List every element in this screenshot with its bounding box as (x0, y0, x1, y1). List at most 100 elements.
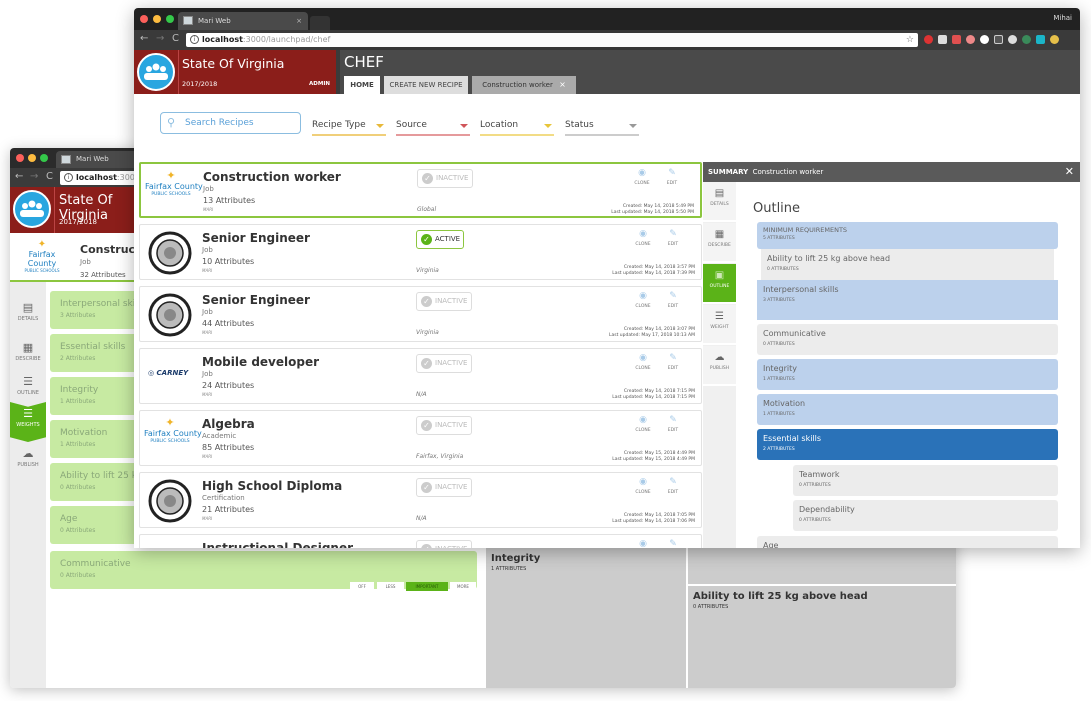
minimize-window-dot[interactable] (28, 154, 36, 162)
status-badge[interactable]: ✓INACTIVE (416, 354, 472, 373)
filter-status[interactable]: Status (565, 116, 639, 136)
forward-arrow-icon[interactable]: → (30, 171, 38, 182)
edit-button[interactable]: ✎EDIT (661, 291, 685, 309)
summary-nav-describe[interactable]: ▦ DESCRIBE (703, 223, 736, 263)
outline-item-count: 1 ATTRIBUTES (763, 377, 795, 382)
close-tab-icon[interactable]: × (296, 12, 302, 30)
side-nav-publish[interactable]: ☁ PUBLISH (10, 442, 46, 482)
back-arrow-icon[interactable]: ← (15, 171, 23, 182)
recipe-card[interactable]: ✦ Fairfax County PUBLIC SCHOOLS Algebra … (139, 410, 702, 466)
extension-icon[interactable] (994, 35, 1003, 44)
summary-header: SUMMARY Construction worker ✕ (703, 162, 1080, 182)
summary-nav-publish[interactable]: ☁ PUBLISH (703, 346, 736, 386)
profile-name[interactable]: Mihai (1053, 14, 1072, 22)
tab-construction-worker[interactable]: Construction worker × (472, 76, 576, 94)
tab-home[interactable]: HOME (344, 76, 380, 94)
clone-button[interactable]: ◉CLONE (631, 291, 655, 309)
forward-arrow-icon[interactable]: → (156, 33, 164, 44)
extension-icon[interactable] (1022, 35, 1031, 44)
clone-button[interactable]: ◉CLONE (631, 353, 655, 371)
recipe-card[interactable]: High School Diploma Certification 21 Att… (139, 472, 702, 528)
extension-icon[interactable] (924, 35, 933, 44)
recipe-card[interactable]: ◎ CARNEY Mobile developer Job 24 Attribu… (139, 348, 702, 404)
recipe-card[interactable]: ✦ Fairfax County PUBLIC SCHOOLS Construc… (139, 162, 702, 218)
reload-icon[interactable]: C (46, 171, 53, 182)
extension-icon[interactable] (1050, 35, 1059, 44)
close-window-dot[interactable] (140, 15, 148, 23)
outline-item[interactable]: Teamwork 0 ATTRIBUTES (793, 465, 1058, 496)
outline-item[interactable]: Essential skills 2 ATTRIBUTES (757, 429, 1058, 460)
clone-button[interactable]: ◉CLONE (630, 168, 654, 186)
edit-button[interactable]: ✎EDIT (661, 477, 685, 495)
tab-create-new-recipe[interactable]: CREATE NEW RECIPE (384, 76, 468, 94)
eye-icon: ◉ (639, 477, 647, 487)
front-url-field[interactable]: i localhost:3000/launchpad/chef ☆ (186, 33, 918, 47)
status-badge[interactable]: ✓INACTIVE (416, 478, 472, 497)
back-arrow-icon[interactable]: ← (140, 33, 148, 44)
edit-button[interactable]: ✎EDIT (661, 229, 685, 247)
status-badge[interactable]: ✓INACTIVE (416, 416, 472, 435)
recipe-card[interactable]: Senior Engineer Job 44 Attributes MARI ✓… (139, 286, 702, 342)
outline-item[interactable]: Communicative 0 ATTRIBUTES (757, 324, 1058, 355)
weight-option-off[interactable]: OFF (350, 582, 374, 591)
edit-button[interactable]: ✎EDIT (661, 353, 685, 371)
close-summary-icon[interactable]: ✕ (1065, 162, 1074, 182)
summary-nav-weight[interactable]: ☰ WEIGHT (703, 305, 736, 345)
front-browser-tab[interactable]: Mari Web × (178, 12, 308, 30)
outline-title: Outline (753, 201, 801, 216)
clone-button[interactable]: ◉CLONE (631, 229, 655, 247)
extension-icon[interactable] (1008, 35, 1017, 44)
side-nav-weights[interactable]: ☰ WEIGHTS (10, 402, 46, 442)
side-nav-details[interactable]: ▤ DETAILS (10, 296, 46, 336)
recipe-dates: Created: May 15, 2018 4:49 PM Last update… (612, 451, 695, 462)
maximize-window-dot[interactable] (166, 15, 174, 23)
status-badge[interactable]: ✓INACTIVE (416, 540, 472, 548)
cloud-upload-icon: ☁ (22, 447, 34, 460)
close-window-dot[interactable] (16, 154, 24, 162)
extension-icon[interactable] (966, 35, 975, 44)
extension-icon[interactable] (1036, 35, 1045, 44)
outline-item[interactable]: Ability to lift 25 kg above head 0 ATTRIB… (761, 249, 1054, 280)
outline-item[interactable]: Integrity 1 ATTRIBUTES (757, 359, 1058, 390)
recipe-card[interactable]: Senior Engineer Job 10 Attributes MARI ✓… (139, 224, 702, 280)
bookmark-star-icon[interactable]: ☆ (906, 33, 914, 47)
minimize-window-dot[interactable] (153, 15, 161, 23)
status-badge[interactable]: ✓ ACTIVE (416, 230, 464, 249)
status-badge[interactable]: ✓INACTIVE (417, 169, 473, 188)
outline-item-title: Age (763, 541, 779, 548)
extension-icon[interactable] (980, 35, 989, 44)
recipe-location: Fairfax, Virginia (416, 453, 464, 460)
maximize-window-dot[interactable] (40, 154, 48, 162)
status-badge[interactable]: ✓INACTIVE (416, 292, 472, 311)
new-tab-button[interactable] (310, 16, 330, 30)
clone-button[interactable]: ◉CLONE (631, 415, 655, 433)
reload-icon[interactable]: C (172, 33, 179, 44)
edit-button[interactable]: ✎EDIT (661, 415, 685, 433)
outline-item[interactable]: Age (757, 536, 1058, 548)
edit-button[interactable]: ✎EDIT (660, 168, 684, 186)
extension-icon[interactable] (938, 35, 947, 44)
filter-source[interactable]: Source (396, 116, 470, 136)
close-tab-icon[interactable]: × (559, 80, 566, 89)
clone-button[interactable]: ◉CLONE (631, 477, 655, 495)
edit-button[interactable]: ✎EDIT (661, 539, 685, 548)
treemap-tile[interactable] (688, 548, 956, 584)
treemap-tile[interactable]: Ability to lift 25 kg above head 0 ATTRIB… (688, 586, 956, 688)
outline-item[interactable]: Interpersonal skills 3 ATTRIBUTES (757, 280, 1058, 320)
back-browser-tab[interactable]: Mari Web (56, 151, 146, 168)
filter-location[interactable]: Location (480, 116, 554, 136)
search-recipes-input[interactable]: ⚲ Search Recipes (160, 112, 301, 134)
weight-option-less[interactable]: LESS (377, 582, 404, 591)
recipe-card[interactable]: Instructional Designer ✓INACTIVE ◉CLONE … (139, 534, 702, 548)
summary-nav-details[interactable]: ▤ DETAILS (703, 182, 736, 222)
outline-item[interactable]: Motivation 1 ATTRIBUTES (757, 394, 1058, 425)
filter-recipe-type[interactable]: Recipe Type (312, 116, 386, 136)
weight-option-more[interactable]: MORE (450, 582, 476, 591)
clone-button[interactable]: ◉CLONE (631, 539, 655, 548)
treemap-tile[interactable]: Integrity 1 ATTRIBUTES (486, 548, 686, 688)
extension-icon[interactable] (952, 35, 961, 44)
weight-option-important[interactable]: IMPORTANT (406, 582, 448, 591)
outline-item[interactable]: Dependability 0 ATTRIBUTES (793, 500, 1058, 531)
summary-nav-outline[interactable]: ▣ OUTLINE (703, 264, 736, 304)
outline-item[interactable]: MINIMUM REQUIREMENTS 5 ATTRIBUTES (757, 222, 1058, 249)
